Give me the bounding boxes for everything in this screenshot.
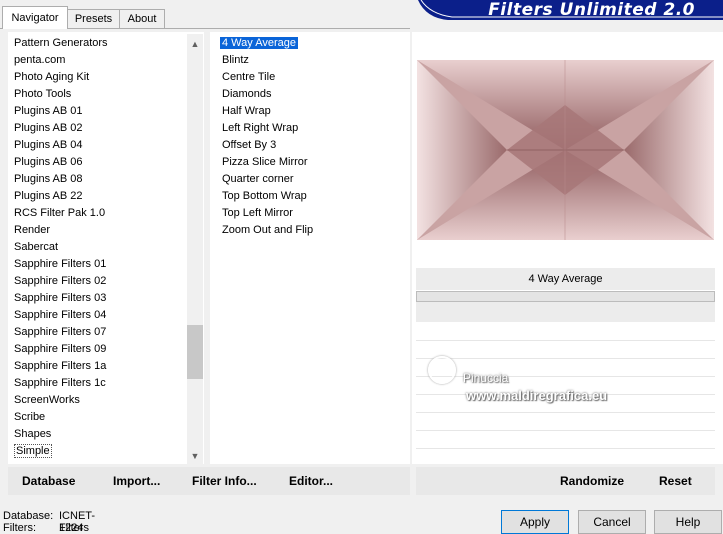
category-item[interactable]: Photo Tools xyxy=(14,86,108,103)
category-item[interactable]: Plugins AB 06 xyxy=(14,154,108,171)
category-item[interactable]: Plugins AB 02 xyxy=(14,120,108,137)
filter-item[interactable]: Top Bottom Wrap xyxy=(220,188,313,205)
category-item[interactable]: Render xyxy=(14,222,108,239)
settings-row-line xyxy=(416,430,715,431)
filter-panel: 4 Way Average Blintz Centre Tile Diamond… xyxy=(210,32,410,464)
apply-button[interactable]: Apply xyxy=(501,510,569,534)
preview-image xyxy=(417,60,714,240)
settings-row-line xyxy=(416,448,715,449)
category-item[interactable]: Pattern Generators xyxy=(14,35,108,52)
preview-filter-name: 4 Way Average xyxy=(416,268,715,290)
progress-bar xyxy=(416,291,715,302)
status-filters-value: 1224 xyxy=(59,522,84,534)
tab-navigator[interactable]: Navigator xyxy=(2,6,68,29)
filter-item[interactable]: Top Left Mirror xyxy=(220,205,313,222)
scroll-down-icon[interactable]: ▼ xyxy=(187,448,203,464)
help-button[interactable]: Help xyxy=(654,510,722,534)
category-item[interactable]: Shapes xyxy=(14,426,108,443)
editor-button[interactable]: Editor... xyxy=(289,467,333,495)
category-scrollbar[interactable]: ▲ ▼ xyxy=(187,34,203,464)
category-list: Pattern Generators penta.com Photo Aging… xyxy=(14,35,108,460)
category-item[interactable]: RCS Filter Pak 1.0 xyxy=(14,205,108,222)
settings-row-line xyxy=(416,358,715,359)
banner-title: Filters Unlimited 2.0 xyxy=(488,0,695,20)
filter-item[interactable]: Blintz xyxy=(220,52,313,69)
settings-row-line xyxy=(416,340,715,341)
filter-item-selected[interactable]: 4 Way Average xyxy=(220,35,313,52)
category-item[interactable]: Sapphire Filters 07 xyxy=(14,324,108,341)
watermark-name: Pinuccia xyxy=(463,371,509,385)
banner: Filters Unlimited 2.0 xyxy=(418,0,723,20)
filter-item[interactable]: Left Right Wrap xyxy=(220,120,313,137)
category-item[interactable]: ScreenWorks xyxy=(14,392,108,409)
category-item[interactable]: Plugins AB 08 xyxy=(14,171,108,188)
selected-category-label: Simple xyxy=(14,444,52,458)
category-item[interactable]: Plugins AB 01 xyxy=(14,103,108,120)
database-button[interactable]: Database xyxy=(22,467,75,495)
category-item[interactable]: Sapphire Filters 02 xyxy=(14,273,108,290)
filter-item[interactable]: Pizza Slice Mirror xyxy=(220,154,313,171)
right-button-bar: Randomize Reset xyxy=(416,467,715,495)
category-item[interactable]: Scribe xyxy=(14,409,108,426)
left-button-bar: Database Import... Filter Info... Editor… xyxy=(8,467,410,495)
tab-presets[interactable]: Presets xyxy=(66,9,121,28)
category-item[interactable]: penta.com xyxy=(14,52,108,69)
randomize-button[interactable]: Randomize xyxy=(560,467,624,495)
filter-item[interactable]: Diamonds xyxy=(220,86,313,103)
selected-filter-label: 4 Way Average xyxy=(220,37,298,49)
scroll-up-icon[interactable]: ▲ xyxy=(187,36,203,52)
category-item[interactable]: Sapphire Filters 01 xyxy=(14,256,108,273)
settings-row-line xyxy=(416,376,715,377)
import-button[interactable]: Import... xyxy=(113,467,160,495)
watermark-site: www.maldiregrafica.eu xyxy=(466,388,608,403)
filter-item[interactable]: Offset By 3 xyxy=(220,137,313,154)
status-database-label: Database: xyxy=(3,510,54,522)
scroll-thumb[interactable] xyxy=(187,325,203,379)
category-item[interactable]: Plugins AB 04 xyxy=(14,137,108,154)
filter-item[interactable]: Quarter corner xyxy=(220,171,313,188)
category-item[interactable]: Sapphire Filters 09 xyxy=(14,341,108,358)
category-item[interactable]: Plugins AB 22 xyxy=(14,188,108,205)
filter-item[interactable]: Centre Tile xyxy=(220,69,313,86)
filter-info-button[interactable]: Filter Info... xyxy=(192,467,257,495)
filter-item[interactable]: Zoom Out and Flip xyxy=(220,222,313,239)
cancel-button[interactable]: Cancel xyxy=(578,510,646,534)
watermark-swirl-icon xyxy=(428,356,456,384)
category-item[interactable]: Sapphire Filters 04 xyxy=(14,307,108,324)
reset-button[interactable]: Reset xyxy=(659,467,692,495)
status-filters-label: Filters: xyxy=(3,522,36,534)
category-item[interactable]: Photo Aging Kit xyxy=(14,69,108,86)
status-database: Database: ICNET-Filters xyxy=(3,510,95,534)
category-item-selected[interactable]: Simple xyxy=(14,443,108,460)
settings-header xyxy=(416,302,715,322)
category-item[interactable]: Sabercat xyxy=(14,239,108,256)
settings-row-line xyxy=(416,412,715,413)
category-item[interactable]: Sapphire Filters 03 xyxy=(14,290,108,307)
category-panel: Pattern Generators penta.com Photo Aging… xyxy=(8,32,204,464)
filter-list: 4 Way Average Blintz Centre Tile Diamond… xyxy=(220,35,313,239)
status-filters: Filters: 1224 xyxy=(3,522,83,534)
category-item[interactable]: Sapphire Filters 1c xyxy=(14,375,108,392)
tab-about[interactable]: About xyxy=(119,9,165,28)
filter-item[interactable]: Half Wrap xyxy=(220,103,313,120)
category-item[interactable]: Sapphire Filters 1a xyxy=(14,358,108,375)
